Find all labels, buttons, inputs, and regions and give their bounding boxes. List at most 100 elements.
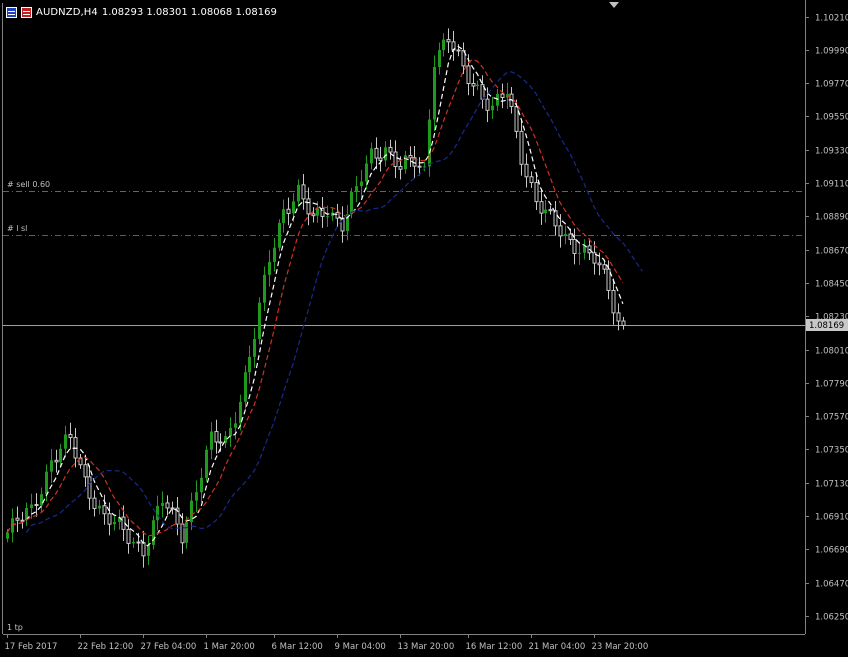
candle-body [621, 320, 626, 326]
horizontal-line-label: # l sl [7, 223, 28, 233]
time-tick-label: 23 Mar 20:00 [592, 642, 649, 652]
candle-body [126, 528, 131, 544]
candle-body [388, 146, 393, 153]
time-tick-label: 17 Feb 2017 [5, 642, 58, 652]
time-tick-label: 6 Mar 12:00 [272, 642, 323, 652]
candle-body [141, 542, 146, 557]
candle-body [195, 492, 198, 501]
candle-body [190, 500, 193, 523]
candle-body [180, 523, 185, 544]
candle-body [471, 83, 476, 87]
price-tick-label: 1.08890 [815, 213, 848, 223]
candle-body [398, 166, 403, 170]
candle-body [524, 163, 529, 178]
candle-body [558, 225, 563, 237]
price-tick-label: 1.07790 [815, 380, 848, 390]
candle-body [491, 105, 494, 111]
candle-body [161, 502, 164, 506]
time-tick-label: 27 Feb 04:00 [141, 642, 197, 652]
candle-body [205, 449, 208, 478]
candle-body [350, 192, 353, 215]
candle-body [393, 151, 398, 168]
price-tick-label: 1.09330 [815, 147, 848, 157]
price-tick-label: 1.06250 [815, 613, 848, 623]
candle-body [417, 165, 422, 168]
candle-body [374, 147, 379, 159]
candle-body [306, 198, 311, 215]
chart-shift-marker-icon[interactable] [609, 2, 619, 8]
candle-body [59, 448, 62, 462]
chart-properties-icon[interactable] [6, 6, 17, 18]
candle-body [428, 119, 431, 167]
price-tick-label: 1.09770 [815, 80, 848, 90]
candle-body [433, 67, 436, 120]
chart-background [0, 0, 848, 653]
candle-body [278, 222, 281, 248]
candle-body [50, 460, 53, 472]
candle-body [200, 477, 203, 493]
candle-body [476, 84, 479, 87]
candle-body [268, 261, 271, 275]
horizontal-line-label: # sell 0.60 [7, 179, 51, 189]
candle-body [102, 505, 107, 515]
price-chart[interactable]: 1.10210 1.09990 1.09770 1.09550 1.09330 1.091… [0, 0, 848, 653]
candle-body [282, 209, 285, 223]
candle-body [214, 431, 219, 443]
candle-body [496, 94, 499, 106]
price-tick-label: 1.07570 [815, 413, 848, 423]
time-tick-label: 22 Feb 12:00 [78, 642, 134, 652]
candle-body [92, 497, 97, 510]
candle-body [15, 517, 20, 521]
price-tick-label: 1.08010 [815, 347, 848, 357]
candle-body [301, 184, 306, 200]
candle-body [553, 210, 558, 227]
chart-window-icon[interactable] [21, 6, 32, 18]
time-tick-label: 13 Mar 20:00 [398, 642, 455, 652]
candle-body [107, 513, 112, 525]
candle-body [365, 163, 368, 182]
candle-body [258, 302, 261, 339]
candle-body [544, 209, 547, 214]
candle-body [83, 464, 88, 478]
candle-body [248, 356, 251, 373]
candle-body [572, 238, 577, 255]
candle-body [539, 201, 544, 214]
candle-body [136, 541, 141, 544]
ohlc-values: 1.08293 1.08301 1.08068 1.08169 [101, 6, 277, 18]
symbol-label: AUDNZD,H4 [36, 6, 98, 18]
candle-body [438, 50, 441, 68]
candle-body [68, 433, 73, 439]
candle-body [360, 181, 363, 187]
time-tick-label: 21 Mar 04:00 [529, 642, 586, 652]
price-tick-label: 1.06470 [815, 580, 848, 590]
price-tick-label: 1.08670 [815, 247, 848, 257]
candle-body [30, 504, 33, 509]
candle-body [602, 264, 607, 270]
candle-body [529, 176, 534, 184]
candle-body [297, 184, 300, 202]
candle-body [466, 65, 471, 85]
candle-body [355, 186, 358, 193]
price-tick-label: 1.06690 [815, 546, 848, 556]
candle-body [311, 213, 316, 217]
time-tick-label: 16 Mar 12:00 [466, 642, 523, 652]
current-price-layer: 1.08169 [806, 319, 848, 331]
candle-body [45, 471, 48, 495]
candle-body [34, 504, 39, 507]
candle-body [578, 252, 581, 254]
price-tick-label: 1.09990 [815, 47, 848, 57]
candle-body [326, 216, 329, 218]
price-tick-label: 1.06910 [815, 513, 848, 523]
candle-body [40, 494, 43, 506]
candle-body [316, 208, 319, 216]
candle-body [500, 93, 505, 99]
horizontal-line-label: 1 tp [7, 622, 23, 632]
candle-body [210, 431, 213, 450]
current-price-label: 1.08169 [809, 321, 844, 331]
candle-body [611, 289, 616, 314]
price-tick-label: 1.09110 [815, 180, 848, 190]
time-tick-label: 1 Mar 20:00 [204, 642, 255, 652]
chart-window[interactable]: 1.10210 1.09990 1.09770 1.09550 1.09330 1.091… [0, 0, 848, 653]
candle-body [519, 130, 524, 165]
candle-body [165, 502, 170, 509]
